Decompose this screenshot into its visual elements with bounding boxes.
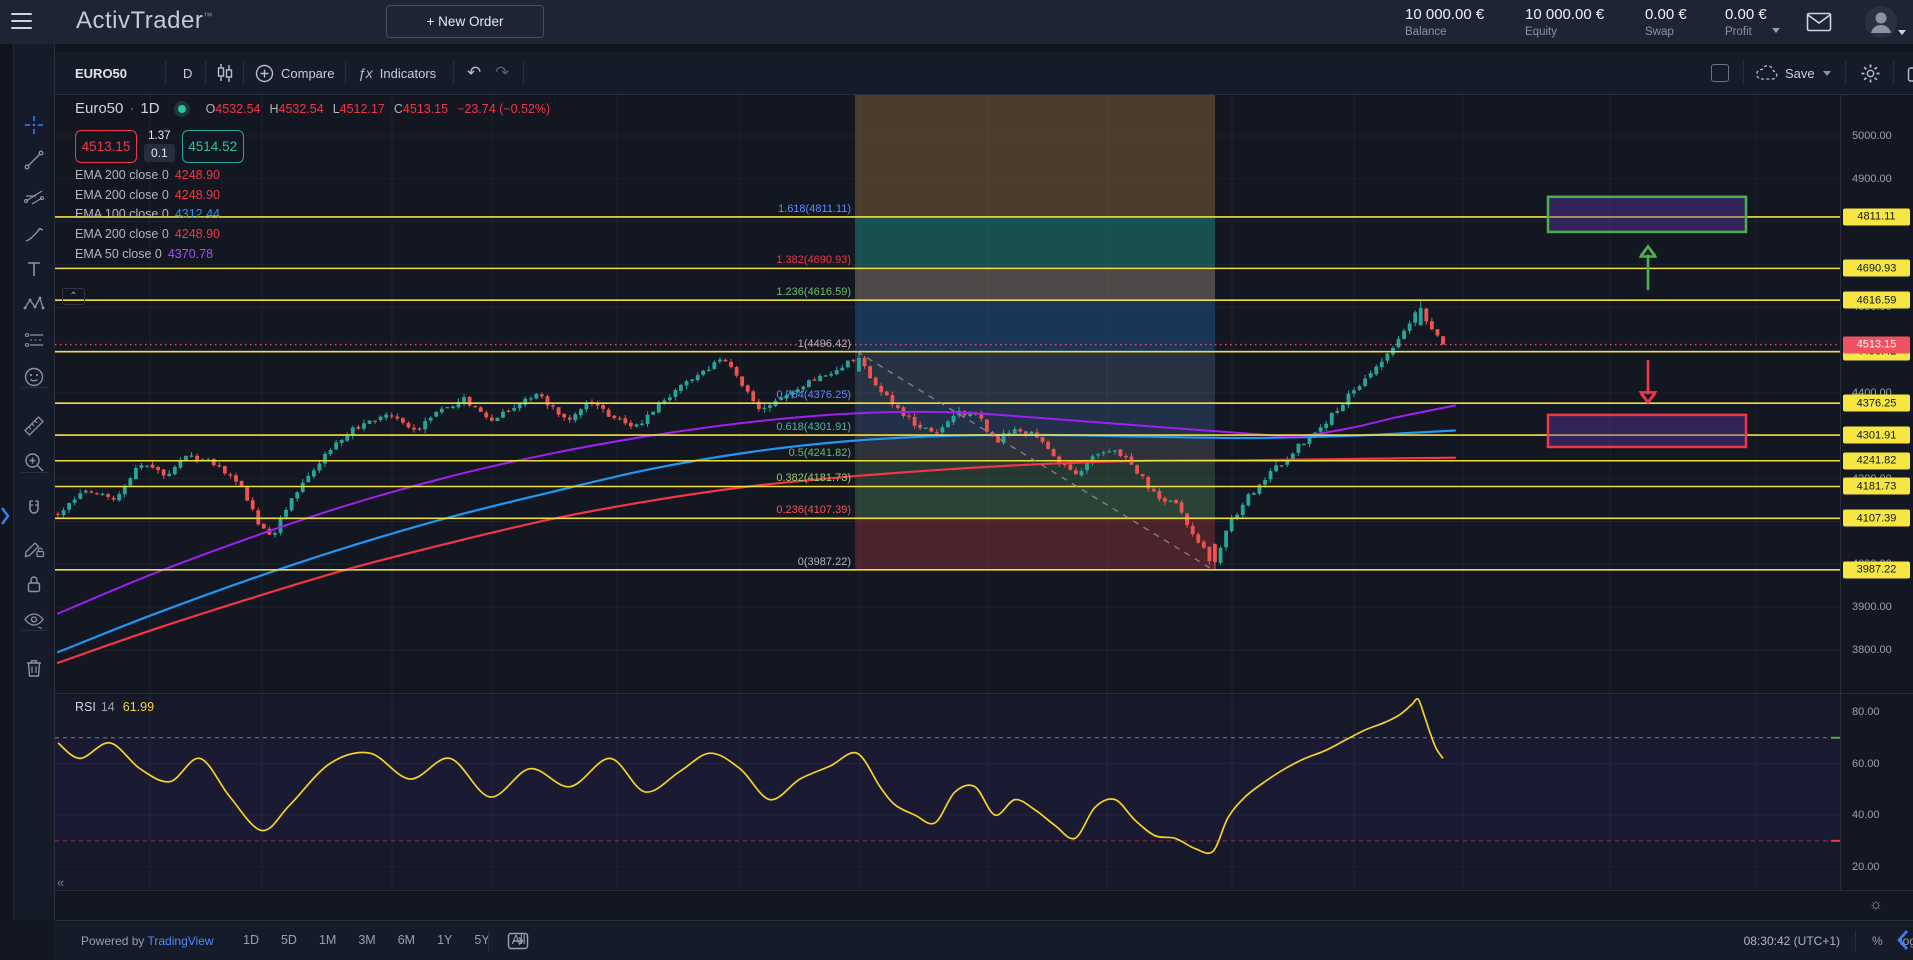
multichart-checkbox[interactable] — [1711, 64, 1729, 82]
market-status-dot[interactable] — [174, 101, 190, 117]
legend-interval: 1D — [140, 100, 159, 117]
swap-stat: 0.00 € Swap — [1645, 6, 1687, 38]
range-buttons: 1D5D1M3M6M1Y5YAll — [243, 933, 526, 947]
crosshair-tool-icon[interactable] — [19, 110, 49, 140]
new-order-button[interactable]: + New Order — [386, 5, 544, 38]
toolbar-gap — [55, 44, 1913, 52]
pane-separator[interactable] — [55, 693, 1913, 694]
powered-by: Powered by TradingView — [81, 934, 214, 948]
symbol-button[interactable]: EURO50 — [75, 52, 127, 94]
bid-ask-widget: 4513.15 1.37 0.1 4514.52 — [75, 130, 244, 163]
range-1m[interactable]: 1M — [319, 933, 336, 947]
watchlist-collapsed-strip — [0, 44, 14, 920]
indicator-row[interactable]: EMA 50 close 04370.78 — [75, 247, 213, 261]
range-1d[interactable]: 1D — [243, 933, 259, 947]
sun-icon[interactable]: ☼ — [1869, 896, 1883, 913]
buy-button[interactable]: 4514.52 — [182, 130, 244, 163]
save-chevron-down-icon — [1823, 71, 1831, 76]
swap-value: 0.00 € — [1645, 6, 1687, 23]
toolbar-divider — [21, 472, 47, 473]
bottom-panel-collapse-chevron[interactable] — [1896, 928, 1910, 952]
chart-canvas[interactable] — [55, 95, 1840, 920]
undo-icon[interactable]: ↶ — [467, 52, 481, 94]
mail-icon[interactable] — [1806, 12, 1832, 32]
legend-collapse-caret[interactable]: ⌃ — [62, 288, 85, 305]
toolbar-divider — [21, 630, 47, 631]
swap-label: Swap — [1645, 26, 1687, 38]
spread-widget: 1.37 0.1 — [144, 130, 175, 162]
position-tool-icon[interactable] — [19, 325, 49, 355]
rsi-value: 61.99 — [123, 700, 154, 714]
indicator-row[interactable]: EMA 200 close 04248.90 — [75, 188, 220, 202]
drawing-toolbar — [14, 44, 55, 920]
bottom-bar: Powered by TradingView 1D5D1M3M6M1Y5YAll… — [55, 920, 1913, 960]
indicator-row[interactable]: EMA 200 close 04248.90 — [75, 168, 220, 182]
ohlc-values: O4532.54 H4532.54 L4512.17 C4513.15 −23.… — [206, 102, 551, 116]
xabcd-pattern-tool-icon[interactable] — [19, 289, 49, 319]
indicator-row[interactable]: EMA 100 close 04312.44 — [75, 207, 220, 221]
tradingview-link[interactable]: TradingView — [148, 934, 214, 948]
profit-label: Profit — [1725, 26, 1767, 38]
redo-icon[interactable]: ↷ — [495, 52, 509, 94]
draw-lock-tool-icon[interactable] — [19, 533, 49, 563]
candlestick-style-icon[interactable] — [215, 52, 235, 94]
equity-label: Equity — [1525, 26, 1604, 38]
rsi-legend: RSI1461.99 — [75, 700, 154, 714]
indicators-button[interactable]: ƒx Indicators — [358, 52, 436, 94]
interval-button[interactable]: D — [183, 52, 192, 94]
scroll-left-chevrons[interactable]: « — [57, 875, 64, 890]
equity-value: 10 000.00 € — [1525, 6, 1604, 23]
sell-button[interactable]: 4513.15 — [75, 130, 137, 163]
lock-all-tool-icon[interactable] — [19, 569, 49, 599]
camera-icon — [1907, 64, 1913, 83]
price-axis[interactable] — [1840, 95, 1913, 920]
measure-tool-icon[interactable] — [19, 411, 49, 441]
top-header: ActivTrader™ + New Order 10 000.00 € Bal… — [0, 0, 1913, 44]
spread-top-value: 1.37 — [148, 130, 170, 142]
range-1y[interactable]: 1Y — [437, 933, 452, 947]
legend-separator: · — [129, 100, 134, 117]
balance-stat: 10 000.00 € Balance — [1405, 6, 1484, 38]
account-chevron-down-icon[interactable] — [1898, 30, 1906, 35]
text-tool-icon[interactable] — [19, 254, 49, 284]
legend-symbol[interactable]: Euro50 — [75, 100, 123, 117]
indicator-row[interactable]: EMA 200 close 04248.90 — [75, 227, 220, 241]
chart-settings-button[interactable] — [1860, 52, 1881, 94]
fib-lines-tool-icon[interactable] — [19, 182, 49, 212]
range-5d[interactable]: 5D — [281, 933, 297, 947]
time-axis[interactable] — [55, 890, 1913, 920]
activtrader-app: ActivTrader™ + New Order 10 000.00 € Bal… — [0, 0, 1913, 960]
screenshot-button[interactable] — [1907, 52, 1913, 94]
hamburger-menu-icon[interactable] — [11, 13, 32, 29]
save-layout-button[interactable]: Save — [1755, 52, 1831, 94]
gear-icon — [1860, 63, 1881, 84]
change-value: −23.74 (−0.52%) — [457, 102, 550, 116]
balance-label: Balance — [1405, 26, 1484, 38]
chart-toolbar: EURO50 D Compare ƒx Indicators ↶ ↷ — [55, 52, 1913, 95]
percent-scale-button[interactable]: % — [1872, 934, 1883, 948]
cloud-save-icon — [1755, 65, 1779, 81]
app-logo: ActivTrader™ — [76, 7, 213, 35]
delete-tool-icon[interactable] — [19, 653, 49, 683]
magnet-tool-icon[interactable] — [19, 495, 49, 525]
fx-icon: ƒx — [358, 65, 373, 81]
go-to-date-icon[interactable] — [507, 932, 529, 950]
profit-value: 0.00 € — [1725, 6, 1767, 23]
avatar[interactable] — [1864, 5, 1898, 39]
range-3m[interactable]: 3M — [358, 933, 375, 947]
profit-chevron-down-icon[interactable] — [1772, 28, 1780, 33]
profit-stat: 0.00 € Profit — [1725, 6, 1767, 38]
brush-tool-icon[interactable] — [19, 219, 49, 249]
panel-expand-chevron[interactable] — [0, 505, 11, 527]
spread-value: 0.1 — [144, 144, 175, 162]
chart-legend: Euro50 · 1D O4532.54 H4532.54 L4512.17 C… — [75, 100, 550, 117]
compare-button[interactable]: Compare — [255, 52, 334, 94]
balance-value: 10 000.00 € — [1405, 6, 1484, 23]
trend-line-tool-icon[interactable] — [19, 145, 49, 175]
range-6m[interactable]: 6M — [398, 933, 415, 947]
equity-stat: 10 000.00 € Equity — [1525, 6, 1604, 38]
toolbar-divider — [21, 387, 47, 388]
compare-plus-icon — [255, 64, 274, 83]
clock[interactable]: 08:30:42 (UTC+1) — [1690, 934, 1840, 948]
